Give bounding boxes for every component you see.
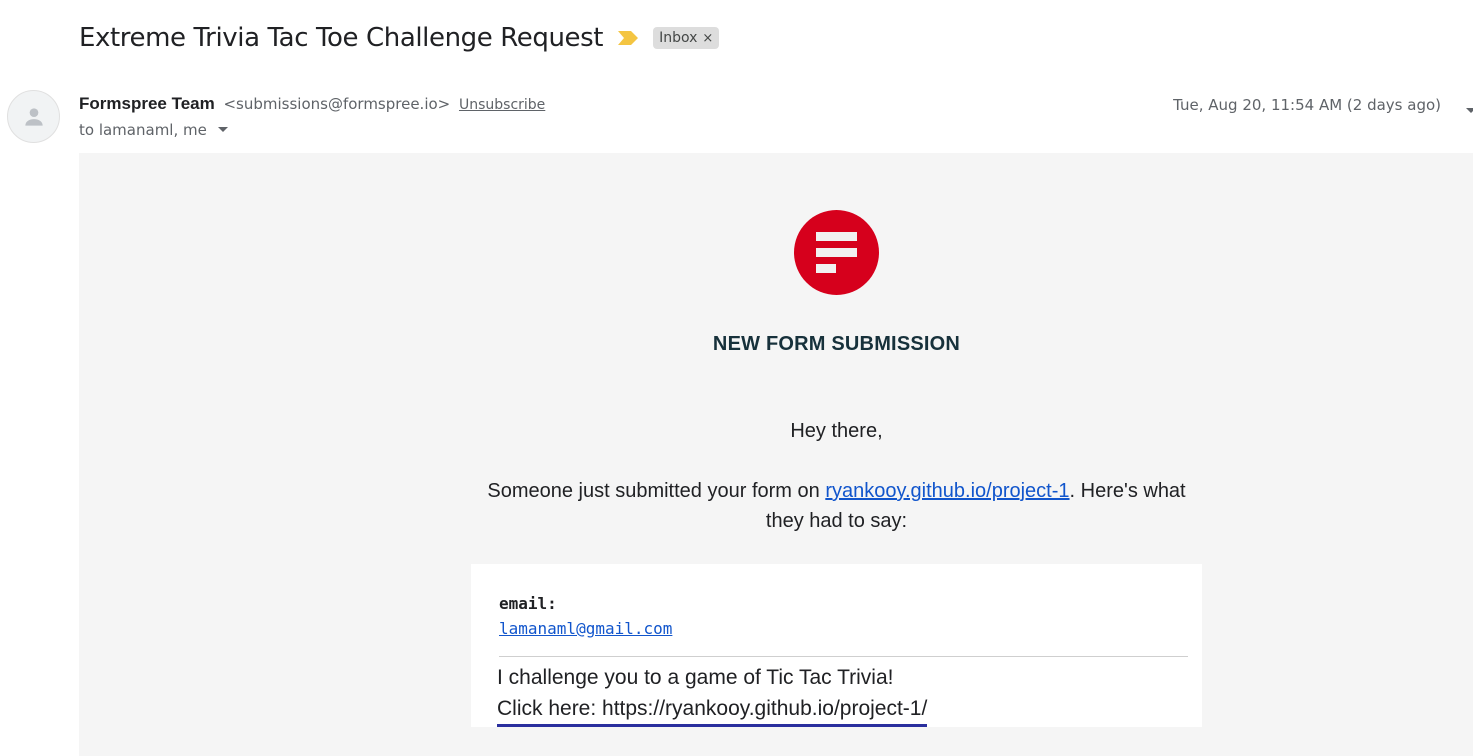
field-divider (499, 656, 1188, 657)
email-date: Tue, Aug 20, 11:54 AM (2 days ago) (1173, 96, 1441, 114)
intro-paragraph: Someone just submitted your form on ryan… (471, 476, 1202, 536)
sender-row: Formspree Team <submissions@formspree.io… (79, 94, 545, 114)
remove-label-icon[interactable]: × (702, 31, 713, 46)
subject-row: Extreme Trivia Tac Toe Challenge Request… (79, 18, 720, 58)
email-content: NEW FORM SUBMISSION Hey there, Someone j… (79, 153, 1473, 756)
unsubscribe-link[interactable]: Unsubscribe (459, 97, 545, 113)
recipients-row: to lamanaml, me (79, 121, 229, 139)
importance-marker-icon[interactable] (617, 30, 639, 46)
submission-message: I challenge you to a game of Tic Tac Tri… (497, 662, 928, 727)
message-line-2: Click here: https://ryankooy.github.io/p… (497, 693, 928, 727)
sender-name[interactable]: Formspree Team (79, 94, 215, 113)
form-site-link[interactable]: ryankooy.github.io/project-1 (825, 480, 1069, 502)
submission-card: email: lamanaml@gmail.com I challenge yo… (471, 564, 1202, 727)
sender-email: <submissions@formspree.io> (223, 95, 451, 113)
show-details-icon[interactable] (217, 126, 229, 134)
email-view: Extreme Trivia Tac Toe Challenge Request… (0, 0, 1473, 756)
inbox-label-text: Inbox (659, 30, 698, 46)
person-icon (24, 107, 43, 126)
greeting-text: Hey there, (790, 420, 883, 442)
recipients-text: to lamanaml, me (79, 121, 207, 139)
message-line-1: I challenge you to a game of Tic Tac Tri… (497, 666, 894, 689)
form-submission-heading: NEW FORM SUBMISSION (712, 333, 961, 355)
field-label-email: email: (499, 594, 557, 613)
inbox-label-chip: Inbox × (653, 27, 720, 49)
sender-avatar[interactable] (7, 90, 60, 143)
email-subject: Extreme Trivia Tac Toe Challenge Request (79, 23, 604, 53)
formspree-logo-icon (794, 210, 879, 295)
more-options-icon[interactable] (1465, 102, 1473, 120)
intro-text-before: Someone just submitted your form on (487, 480, 826, 502)
field-value-email-link[interactable]: lamanaml@gmail.com (499, 619, 672, 638)
